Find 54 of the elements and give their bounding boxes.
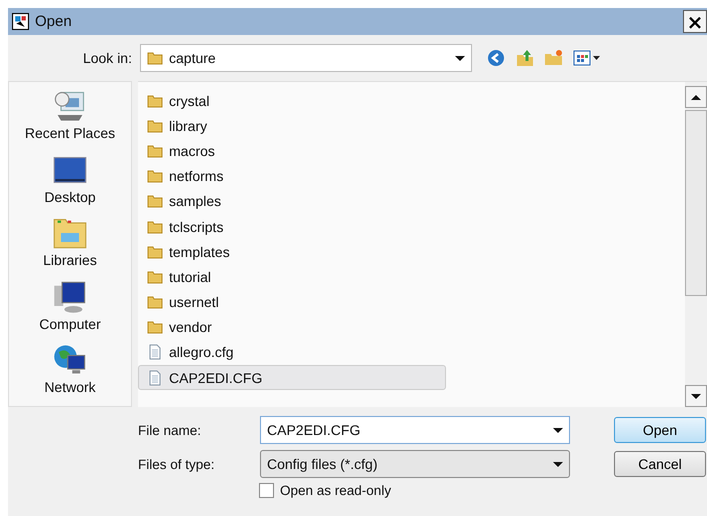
folder-icon (147, 50, 163, 66)
file-type-label: Files of type: (138, 456, 216, 472)
folder-icon (147, 268, 163, 285)
caret-icon (455, 56, 465, 60)
view-menu-icon[interactable] (573, 48, 601, 68)
file-item[interactable]: templates (138, 239, 428, 264)
file-item[interactable]: library (138, 113, 428, 138)
up-folder-icon[interactable] (515, 48, 535, 68)
folder-icon (147, 319, 163, 336)
look-in-dropdown[interactable]: capture (140, 44, 472, 72)
folder-icon (147, 244, 163, 260)
place-item[interactable]: Desktop (44, 152, 96, 216)
folder-icon (147, 92, 163, 109)
back-icon[interactable] (486, 48, 506, 68)
folder-icon (147, 193, 163, 210)
folder-icon (147, 294, 163, 310)
file-item[interactable]: tclscripts (138, 214, 428, 240)
new-folder-icon[interactable] (544, 48, 564, 68)
file-type-dropdown[interactable]: Config files (*.cfg) (260, 450, 570, 478)
file-item[interactable]: crystal (138, 88, 428, 114)
place-item[interactable]: Recent Places (24, 88, 116, 152)
file-item[interactable]: samples (138, 188, 428, 214)
document-icon (147, 370, 163, 386)
file-item[interactable]: macros (138, 138, 428, 164)
scroll-up-button[interactable] (685, 86, 707, 108)
cancel-button[interactable]: Cancel (614, 451, 706, 477)
folder-icon (147, 142, 163, 159)
read-only-label: Open as read-only (280, 483, 392, 498)
folder-icon (147, 218, 163, 235)
file-item[interactable]: allegro.cfg (138, 340, 428, 366)
app-icon (12, 13, 29, 30)
place-item[interactable]: Network (44, 342, 96, 406)
file-item[interactable]: netforms (138, 164, 428, 189)
folder-icon (147, 118, 163, 134)
open-button[interactable]: Open (614, 417, 706, 443)
look-in-label: Look in: (82, 50, 132, 66)
file-name-field[interactable]: CAP2EDI.CFG (260, 416, 570, 444)
scroll-thumb[interactable] (685, 110, 707, 296)
read-only-checkbox[interactable] (259, 483, 274, 498)
file-name-label: File name: (138, 422, 202, 438)
scroll-down-button[interactable] (685, 385, 707, 407)
scrollbar[interactable] (685, 82, 707, 407)
file-item[interactable]: CAP2EDI.CFG (138, 365, 446, 390)
caret-icon (553, 462, 563, 466)
file-item[interactable]: usernetl (138, 290, 428, 315)
place-item[interactable]: Libraries (43, 215, 97, 279)
file-item[interactable]: vendor (138, 314, 428, 340)
close-button[interactable]: × (683, 10, 707, 33)
document-icon (147, 344, 163, 360)
folder-icon (147, 168, 163, 184)
window-title: Open (35, 13, 72, 30)
file-item[interactable]: tutorial (138, 264, 428, 290)
place-item[interactable]: Computer (39, 278, 101, 342)
caret-icon (553, 428, 563, 432)
